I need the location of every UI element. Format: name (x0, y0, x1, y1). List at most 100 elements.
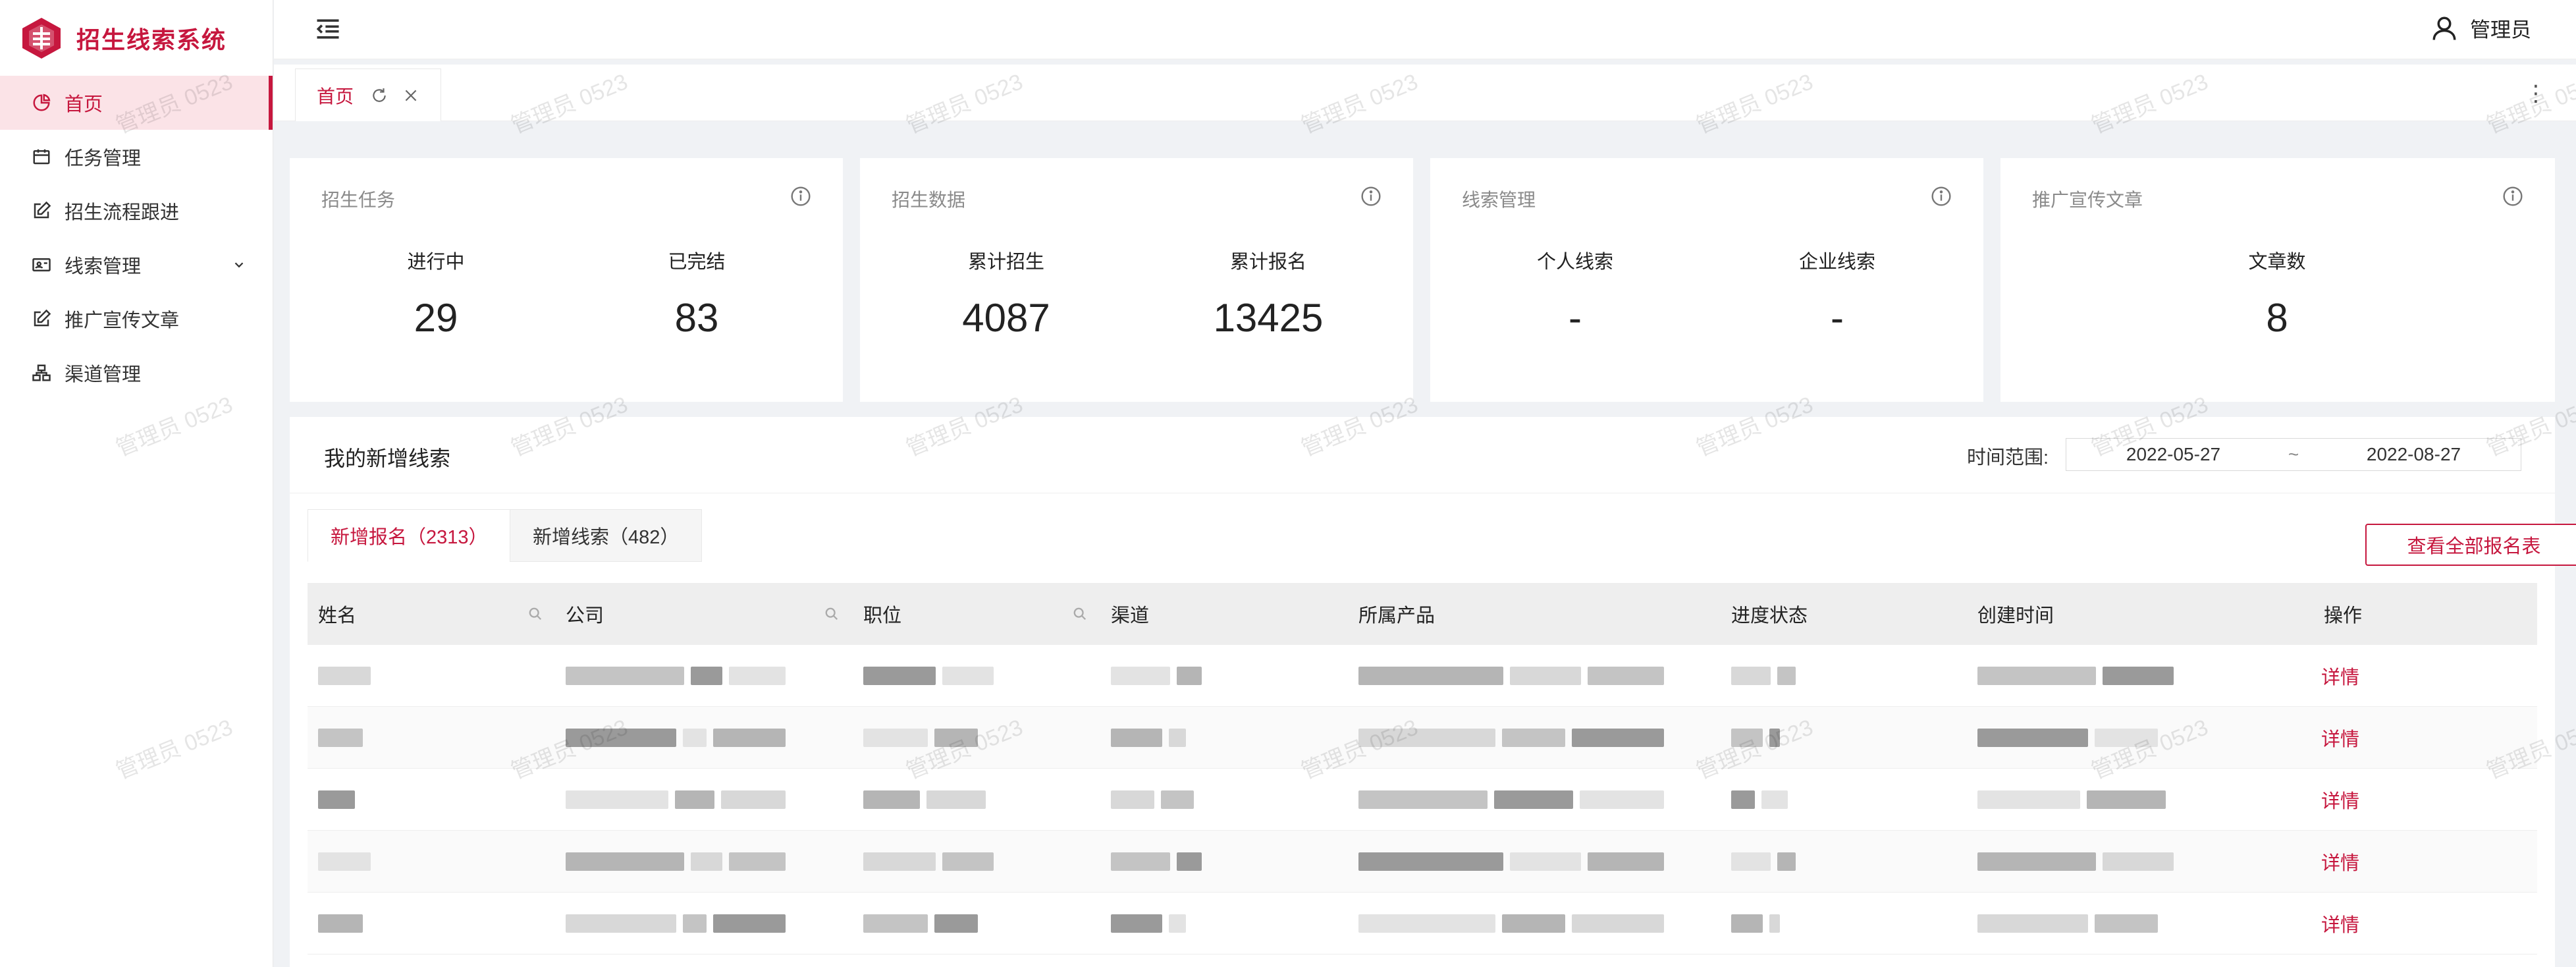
sidebar-item-home[interactable]: 首页 (0, 76, 273, 130)
redacted-block (2095, 914, 2158, 933)
stat-label: 个人线索 (1536, 252, 1613, 273)
redacted-block (1769, 914, 1780, 933)
table-cell-redacted (1731, 769, 1788, 831)
redacted-block (683, 914, 707, 933)
table-cell-redacted (1111, 707, 1186, 769)
stat-value: 13425 (1213, 296, 1324, 340)
refresh-icon[interactable] (371, 87, 388, 104)
sidebar-item-channels[interactable]: 渠道管理 (0, 346, 273, 400)
date-range-start[interactable]: 2022-05-27 (2066, 444, 2280, 465)
column-header-progress: 进度状态 (1731, 605, 1808, 626)
search-icon[interactable] (824, 607, 839, 621)
table-cell-redacted (863, 769, 986, 831)
redacted-block (1510, 667, 1581, 685)
date-range-end[interactable]: 2022-08-27 (2307, 444, 2521, 465)
redacted-block (1977, 852, 2096, 871)
table-cell-redacted (863, 707, 978, 769)
id-card-icon (32, 258, 51, 271)
sidebar-item-articles[interactable]: 推广宣传文章 (0, 292, 273, 346)
redacted-block (566, 852, 684, 871)
table-cell-redacted (1111, 831, 1202, 893)
tab-new-signups[interactable]: 新增报名（2313） (308, 509, 511, 562)
tab-label: 首页 (317, 86, 354, 107)
info-icon[interactable] (1931, 186, 1952, 207)
redacted-block (1731, 852, 1771, 871)
table-cell-redacted (863, 645, 994, 707)
info-icon[interactable] (1360, 186, 1382, 207)
table-cell-redacted (863, 831, 994, 893)
stat-value: - (1569, 296, 1582, 340)
column-header-actions: 操作 (2324, 605, 2363, 626)
column-header-name: 姓名 (318, 605, 357, 626)
table-cell-redacted (1977, 645, 2174, 707)
redacted-block (1761, 790, 1788, 809)
redacted-block (683, 729, 707, 747)
view-all-signups-button[interactable]: 查看全部报名表 (2365, 524, 2576, 566)
sidebar-item-process[interactable]: 招生流程跟进 (0, 184, 273, 238)
stat-label: 企业线索 (1798, 252, 1875, 273)
redacted-block (1769, 729, 1780, 747)
table-cell-redacted (566, 893, 786, 954)
redacted-block (1731, 729, 1763, 747)
redacted-block (566, 667, 684, 685)
stat-value: 4087 (962, 296, 1050, 340)
redacted-block (1572, 914, 1664, 933)
table-cell-redacted (1977, 707, 2158, 769)
tab-home[interactable]: 首页 (295, 69, 442, 121)
redacted-block (1111, 729, 1162, 747)
redacted-block (566, 914, 676, 933)
table-cell-redacted (318, 769, 355, 831)
stat-completed: 已完结 83 (598, 246, 795, 341)
table-cell-redacted (566, 707, 786, 769)
close-icon[interactable] (402, 87, 419, 104)
redacted-block (863, 914, 928, 933)
redacted-block (729, 852, 786, 871)
sidebar-item-tasks[interactable]: 任务管理 (0, 130, 273, 184)
table-row: 详情 (308, 769, 2537, 831)
redacted-block (1977, 914, 2088, 933)
card-title: 线索管理 (1462, 190, 1536, 210)
column-header-product: 所属产品 (1358, 605, 1436, 626)
stat-label: 累计招生 (967, 252, 1044, 273)
date-range-separator: ~ (2288, 444, 2299, 464)
redacted-block (691, 852, 722, 871)
redacted-block (318, 729, 363, 747)
info-icon[interactable] (790, 186, 811, 207)
tab-new-leads[interactable]: 新增线索（482） (510, 509, 703, 562)
redacted-block (2103, 852, 2174, 871)
redacted-block (1777, 667, 1796, 685)
date-range-label: 时间范围: (1967, 447, 2049, 468)
app-logo[interactable]: 招生线索系统 (0, 0, 273, 76)
sidebar-item-leads[interactable]: 线索管理 (0, 238, 273, 292)
redacted-block (691, 667, 722, 685)
detail-link[interactable]: 详情 (2321, 645, 2359, 707)
column-header-created: 创建时间 (1977, 605, 2054, 626)
detail-link[interactable]: 详情 (2321, 831, 2359, 893)
table-cell-redacted (1977, 769, 2166, 831)
redacted-block (942, 852, 994, 871)
redacted-block (1977, 667, 2096, 685)
more-icon[interactable]: ⋮ (2525, 80, 2547, 107)
info-icon[interactable] (2502, 186, 2523, 207)
search-icon[interactable] (528, 607, 543, 621)
detail-link[interactable]: 详情 (2321, 893, 2359, 954)
date-range-picker[interactable]: 2022-05-27 ~ 2022-08-27 (2066, 438, 2521, 471)
user-menu[interactable]: 管理员 (2430, 13, 2531, 43)
redacted-block (1510, 852, 1581, 871)
redacted-block (1731, 667, 1771, 685)
redacted-block (1572, 729, 1664, 747)
table-cell-redacted (1977, 831, 2174, 893)
detail-link[interactable]: 详情 (2321, 769, 2359, 831)
detail-link[interactable]: 详情 (2321, 707, 2359, 769)
table-cell-redacted (1731, 893, 1780, 954)
menu-fold-icon[interactable] (313, 14, 342, 43)
search-icon[interactable] (1073, 607, 1087, 621)
redacted-block (566, 790, 668, 809)
card-enrollment-tasks: 招生任务 进行中 29 已完结 83 (290, 158, 843, 402)
redacted-block (1777, 852, 1796, 871)
table-row: 详情 (308, 831, 2537, 893)
redacted-block (1169, 914, 1186, 933)
table-cell-redacted (318, 645, 371, 707)
leads-table: 姓名 公司 职位 渠道 所属产品 进度状态 创建时间 操作 详情 详情 详情 详情 详情 (308, 583, 2537, 954)
channel-icon (32, 364, 51, 381)
